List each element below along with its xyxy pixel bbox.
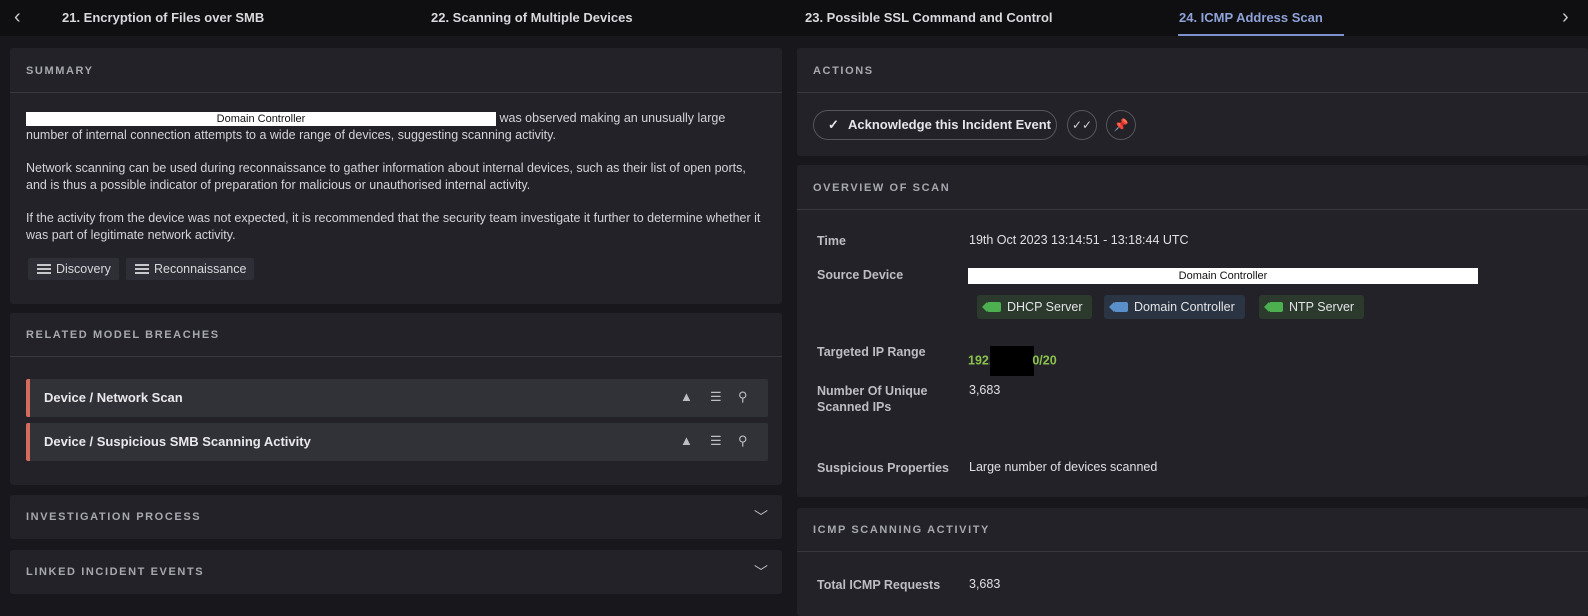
summary-paragraph-1: Domain Controller was observed making an…	[26, 110, 766, 144]
device-tag-domain-controller[interactable]: Domain Controller	[1104, 295, 1245, 319]
overview-panel: OVERVIEW OF SCAN Time 19th Oct 2023 13:1…	[797, 165, 1588, 497]
breach-label: Device / Network Scan	[44, 390, 183, 405]
acknowledge-button[interactable]: ✓ Acknowledge this Incident Event	[813, 110, 1057, 140]
targeted-ip-range-link[interactable]: 192. 0/20	[968, 346, 1057, 376]
breach-smb-scanning[interactable]: Device / Suspicious SMB Scanning Activit…	[26, 423, 768, 461]
device-tag-ntp-server[interactable]: NTP Server	[1259, 295, 1365, 319]
breaches-heading: RELATED MODEL BREACHES	[26, 329, 220, 341]
unique-key-line-1: Number Of Unique	[817, 384, 928, 398]
summary-heading: SUMMARY	[26, 65, 94, 77]
icmp-activity-panel: ICMP SCANNING ACTIVITY Total ICMP Reques…	[797, 508, 1588, 616]
tag-icon	[982, 302, 1001, 312]
double-check-button[interactable]: ✓✓	[1067, 110, 1097, 140]
chevron-down-icon[interactable]: ﹀	[754, 507, 768, 527]
incident-tab-bar: ‹ 21. Encryption of Files over SMB 22. S…	[0, 0, 1588, 36]
tag-label: Reconnaissance	[154, 262, 247, 276]
menu-icon[interactable]: ☰	[710, 389, 722, 405]
acknowledge-label: Acknowledge this Incident Event	[848, 117, 1051, 132]
source-device-key: Source Device	[817, 268, 904, 282]
summary-paragraph-2: Network scanning can be used during reco…	[26, 161, 746, 192]
device-tag-label: NTP Server	[1289, 300, 1355, 314]
double-check-icon: ✓✓	[1071, 118, 1093, 132]
tab-encryption-smb[interactable]: 21. Encryption of Files over SMB	[62, 10, 264, 25]
list-icon	[135, 264, 149, 275]
warning-icon[interactable]: ▲	[680, 433, 693, 448]
list-icon	[37, 264, 51, 275]
device-tag-label: Domain Controller	[1134, 300, 1235, 314]
divider	[10, 356, 782, 357]
pin-button[interactable]: 📌	[1106, 110, 1136, 140]
investigation-process-section[interactable]: INVESTIGATION PROCESS ﹀	[10, 495, 782, 539]
divider	[10, 92, 782, 93]
summary-paragraph-3: If the activity from the device was not …	[26, 211, 761, 242]
actions-heading: ACTIONS	[813, 65, 874, 77]
tab-icmp-address-scan[interactable]: 24. ICMP Address Scan	[1179, 10, 1323, 25]
overview-heading: OVERVIEW OF SCAN	[813, 182, 951, 194]
tag-icon	[1109, 302, 1128, 312]
time-key: Time	[817, 234, 846, 248]
source-device-link[interactable]: Domain Controller	[968, 268, 1478, 284]
ip-range-prefix: 192.	[968, 353, 993, 368]
divider	[797, 551, 1588, 552]
device-tag-label: DHCP Server	[1007, 300, 1083, 314]
unique-key-line-2: Scanned IPs	[817, 400, 892, 414]
search-icon[interactable]: ⚲	[738, 389, 748, 405]
linked-incident-events-section[interactable]: LINKED INCIDENT EVENTS ﹀	[10, 550, 782, 594]
tag-discovery[interactable]: Discovery	[28, 258, 119, 280]
breach-network-scan[interactable]: Device / Network Scan ▲ ☰ ⚲	[26, 379, 768, 417]
menu-icon[interactable]: ☰	[710, 433, 722, 449]
warning-icon[interactable]: ▲	[680, 389, 693, 404]
breaches-panel: RELATED MODEL BREACHES Device / Network …	[10, 313, 782, 485]
suspicious-properties-value: Large number of devices scanned	[969, 460, 1158, 474]
tag-reconnaissance[interactable]: Reconnaissance	[126, 258, 255, 280]
tab-scanning-multiple-devices[interactable]: 22. Scanning of Multiple Devices	[431, 10, 633, 25]
linked-heading: LINKED INCIDENT EVENTS	[26, 566, 205, 578]
active-tab-indicator	[1178, 34, 1344, 36]
unique-scanned-ips-key: Number Of Unique Scanned IPs	[817, 383, 927, 415]
breach-label: Device / Suspicious SMB Scanning Activit…	[44, 434, 311, 449]
icmp-heading: ICMP SCANNING ACTIVITY	[813, 524, 990, 536]
tag-icon	[1264, 302, 1283, 312]
source-device-name[interactable]: Domain Controller	[26, 111, 496, 126]
divider	[797, 92, 1588, 93]
device-tag-dhcp-server[interactable]: DHCP Server	[977, 295, 1093, 319]
total-icmp-requests-value: 3,683	[969, 577, 1001, 591]
unique-scanned-ips-value: 3,683	[969, 383, 1001, 397]
summary-para1-rest: was observed making an unusually large	[499, 111, 726, 125]
redacted-block	[990, 346, 1035, 376]
chevron-left-icon[interactable]: ‹	[14, 6, 21, 29]
chevron-down-icon[interactable]: ﹀	[754, 562, 768, 582]
summary-para1-line2: number of internal connection attempts t…	[26, 128, 556, 142]
suspicious-properties-key: Suspicious Properties	[817, 461, 949, 475]
divider	[797, 209, 1588, 210]
tag-label: Discovery	[56, 262, 111, 276]
time-value: 19th Oct 2023 13:14:51 - 13:18:44 UTC	[969, 233, 1189, 247]
check-icon: ✓	[828, 117, 839, 132]
investigation-heading: INVESTIGATION PROCESS	[26, 511, 202, 523]
ip-range-suffix: 0/20	[1032, 353, 1057, 368]
chevron-right-icon[interactable]: ›	[1562, 6, 1569, 29]
total-icmp-requests-key: Total ICMP Requests	[817, 578, 941, 592]
targeted-ip-range-key: Targeted IP Range	[817, 345, 926, 359]
search-icon[interactable]: ⚲	[738, 433, 748, 449]
tab-ssl-command-control[interactable]: 23. Possible SSL Command and Control	[805, 10, 1053, 25]
pin-icon: 📌	[1113, 118, 1129, 132]
